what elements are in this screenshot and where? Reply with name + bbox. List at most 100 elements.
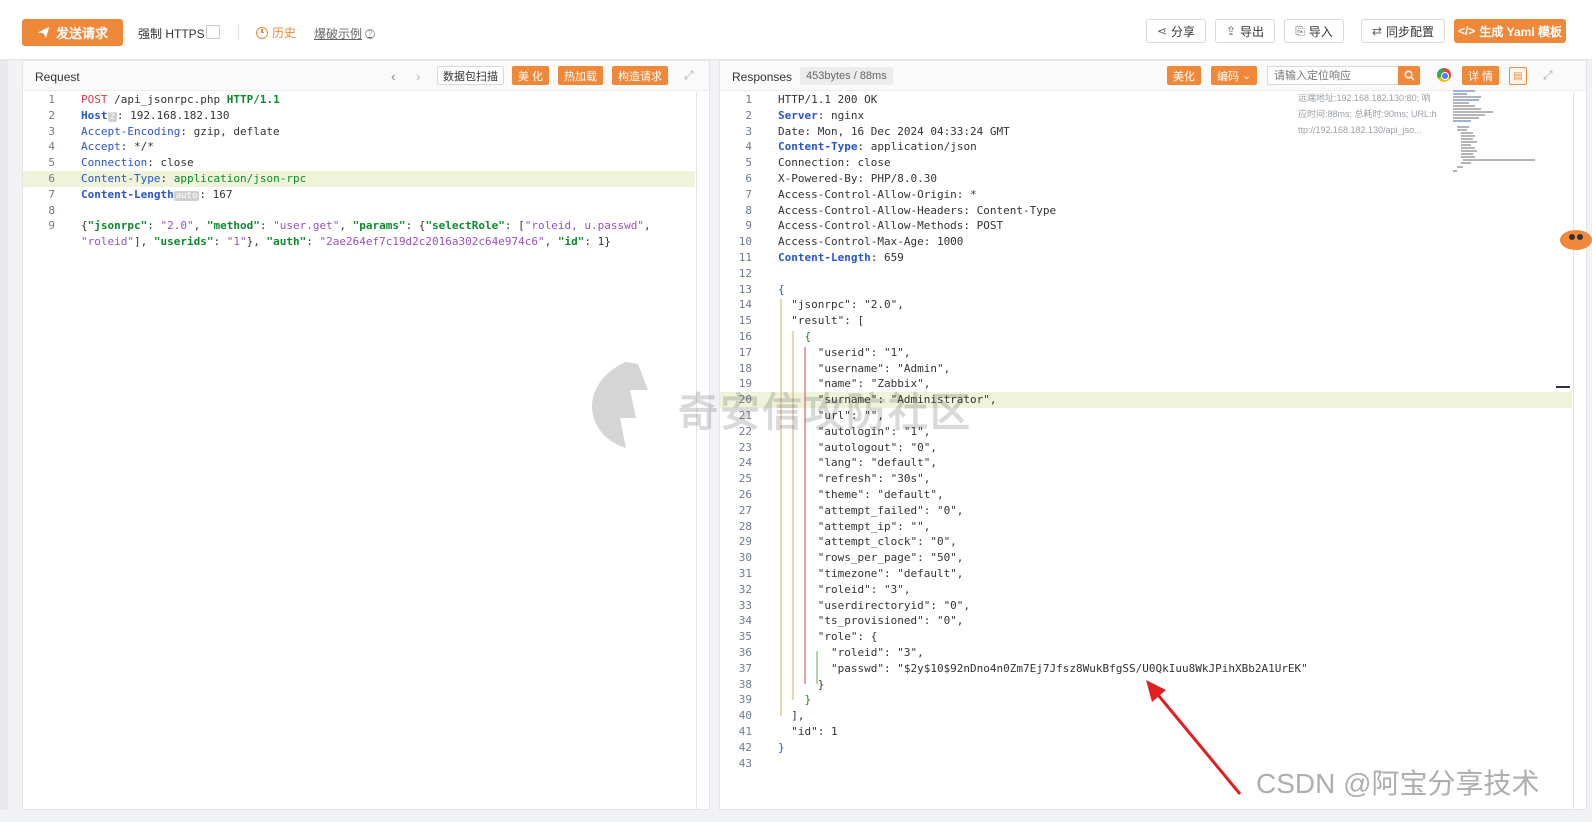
code-line[interactable]: 20 "surname": "Administrator",	[720, 392, 1572, 409]
code-line[interactable]: 10 Access-Control-Max-Age: 1000	[720, 234, 1572, 250]
code-token: :	[259, 219, 274, 233]
line-number: 9	[48, 219, 55, 233]
code-line[interactable]: 13{	[720, 282, 1572, 298]
code-line[interactable]: 35 "role": {	[720, 629, 1572, 645]
mascot-icon[interactable]	[1552, 226, 1592, 256]
code-line[interactable]: 17 "userid": "1",	[720, 345, 1572, 361]
code-token: : close	[147, 156, 194, 170]
code-line[interactable]: 14 "jsonrpc": "2.0",	[720, 297, 1572, 313]
code-token: : 192.168.182.130	[116, 108, 230, 122]
chrome-icon[interactable]	[1437, 68, 1451, 82]
encoding-dropdown[interactable]: 编码 ⌄	[1211, 66, 1258, 85]
line-text: "passwd": "$2y$10$92nDno4n0Zm7Ej7Jfsz8Wu…	[778, 661, 1308, 677]
code-line[interactable]: 7 Content-Length auto: 167	[23, 187, 695, 203]
code-line[interactable]: 6 X-Powered-By: PHP/8.0.30	[720, 171, 1572, 187]
encoding-label: 编码	[1217, 70, 1239, 83]
code-line[interactable]: 26 "theme": "default",	[720, 487, 1572, 503]
code-line[interactable]: 32 "roleid": "3",	[720, 582, 1572, 598]
code-line[interactable]: "roleid"], "userids": "1"}, "auth": "2ae…	[23, 234, 695, 250]
line-text: Accept-Encoding: gzip, deflate	[81, 124, 280, 140]
blast-example-link[interactable]: 爆破示例 ?	[314, 25, 376, 42]
code-line[interactable]: 25 "refresh": "30s",	[720, 471, 1572, 487]
code-line[interactable]: 4 Content-Type: application/json	[720, 139, 1572, 155]
code-token: "passwd": "$2y$10$92nDno4n0Zm7Ej7Jfsz8Wu…	[778, 661, 1308, 675]
code-token: "jsonrpc"	[87, 219, 148, 233]
code-line[interactable]: 15 "result": [	[720, 313, 1572, 329]
response-title: Responses	[732, 70, 793, 84]
code-minimap[interactable]	[1453, 90, 1535, 175]
code-line[interactable]: 1 POST /api_jsonrpc.php HTTP/1.1	[23, 92, 695, 108]
code-line[interactable]: 19 "name": "Zabbix",	[720, 376, 1572, 392]
expand-icon[interactable]: ⤢	[1543, 68, 1553, 83]
meta-line-1: 远端地址:192.168.182.130:80; 响	[1298, 93, 1431, 103]
code-line[interactable]: 23 "autologout": "0",	[720, 440, 1572, 456]
code-token: application/json-rpc	[173, 172, 307, 185]
build-request-button[interactable]: 构造请求	[612, 66, 668, 85]
code-line[interactable]: 9 Access-Control-Allow-Methods: POST	[720, 218, 1572, 234]
chevron-right-icon[interactable]: ›	[416, 68, 421, 84]
share-button[interactable]: ⋖ 分享	[1146, 19, 1206, 43]
code-token: Accept-Encoding	[81, 124, 181, 138]
code-line[interactable]: 3 Accept-Encoding: gzip, deflate	[23, 124, 695, 140]
code-line[interactable]: 31 "timezone": "default",	[720, 566, 1572, 582]
code-line[interactable]: 8 Access-Control-Allow-Headers: Content-T…	[720, 203, 1572, 219]
code-token: Accept	[81, 140, 121, 154]
search-button[interactable]	[1398, 66, 1420, 85]
code-line[interactable]: 2 Host 2: 192.168.182.130	[23, 108, 695, 124]
code-line[interactable]: 36 "roleid": "3",	[720, 645, 1572, 661]
code-line[interactable]: 16 {	[720, 329, 1572, 345]
code-line[interactable]: 33 "userdirectoryid": "0",	[720, 598, 1572, 614]
code-line[interactable]: 11 Content-Length: 659	[720, 250, 1572, 266]
expand-icon[interactable]: ⤢	[684, 68, 694, 83]
sync-config-button[interactable]: ⇄ 同步配置	[1361, 19, 1445, 43]
code-line[interactable]: 4 Accept: */*	[23, 139, 695, 155]
send-icon	[37, 26, 50, 39]
line-text: Host 2: 192.168.182.130	[81, 108, 230, 125]
code-line[interactable]: 24 "lang": "default",	[720, 455, 1572, 471]
left-scroll-strip[interactable]	[0, 60, 8, 810]
line-number: 7	[48, 187, 55, 201]
code-line[interactable]: 28 "attempt_ip": "",	[720, 519, 1572, 535]
history-button[interactable]: 历史	[256, 24, 296, 41]
line-text: "roleid"], "userids": "1"}, "auth": "2ae…	[81, 234, 611, 250]
code-line[interactable]: 22 "autologin": "1",	[720, 424, 1572, 440]
chevron-left-icon[interactable]: ‹	[391, 68, 396, 84]
code-token: "params"	[352, 219, 406, 233]
export-button[interactable]: ⇪ 导出	[1215, 19, 1275, 43]
request-editor[interactable]: 1 POST /api_jsonrpc.php HTTP/1.1 2 Host 2: 1…	[23, 92, 709, 809]
code-line[interactable]: 6 Content-Type: application/json-rpc	[23, 171, 695, 187]
code-line[interactable]: 5 Connection: close	[720, 155, 1572, 171]
code-line[interactable]: 21 "url": "",	[720, 408, 1572, 424]
code-line[interactable]: 18 "username": "Admin",	[720, 361, 1572, 377]
code-token: ],	[133, 235, 154, 249]
line-number: 3	[48, 124, 55, 138]
code-line[interactable]: 34 "ts_provisioned": "0",	[720, 613, 1572, 629]
code-line[interactable]: 30 "rows_per_page": "50",	[720, 550, 1572, 566]
code-line[interactable]: 37 "passwd": "$2y$10$92nDno4n0Zm7Ej7Jfsz…	[720, 661, 1572, 677]
force-https-checkbox[interactable]	[206, 25, 220, 39]
request-scrollbar[interactable]	[696, 92, 697, 809]
packet-scan-button[interactable]: 数据包扫描	[437, 66, 504, 85]
response-scrollbar[interactable]	[1573, 92, 1574, 809]
line-text: Content-Type: application/json-rpc	[81, 171, 306, 187]
request-beautify-button[interactable]: 美 化	[512, 66, 550, 85]
code-line[interactable]: 12	[720, 266, 1572, 282]
code-line[interactable]: 7 Access-Control-Allow-Origin: *	[720, 187, 1572, 203]
code-line[interactable]: 29 "attempt_clock": "0",	[720, 534, 1572, 550]
help-icon: ?	[365, 28, 376, 39]
code-line[interactable]: 9 {"jsonrpc": "2.0", "method": "user.get"…	[23, 218, 695, 234]
detail-button[interactable]: 详 情	[1462, 66, 1500, 85]
import-button[interactable]: ⎘ 导入	[1284, 19, 1344, 43]
code-line[interactable]: 27 "attempt_failed": "0",	[720, 503, 1572, 519]
locate-response-input[interactable]	[1267, 66, 1399, 85]
message-icon[interactable]: ▤	[1509, 67, 1527, 85]
code-line[interactable]: 5 Connection: close	[23, 155, 695, 171]
send-request-button[interactable]: 发送请求	[22, 19, 123, 46]
code-line[interactable]: 8	[23, 203, 695, 219]
code-token: Content-Length	[81, 187, 174, 201]
share-label: 分享	[1171, 24, 1196, 39]
generate-yaml-button[interactable]: </> 生成 Yaml 模板	[1454, 19, 1566, 43]
response-beautify-button[interactable]: 美化	[1167, 66, 1201, 85]
hot-load-button[interactable]: 热加载	[558, 66, 603, 85]
code-token: :	[306, 235, 320, 249]
